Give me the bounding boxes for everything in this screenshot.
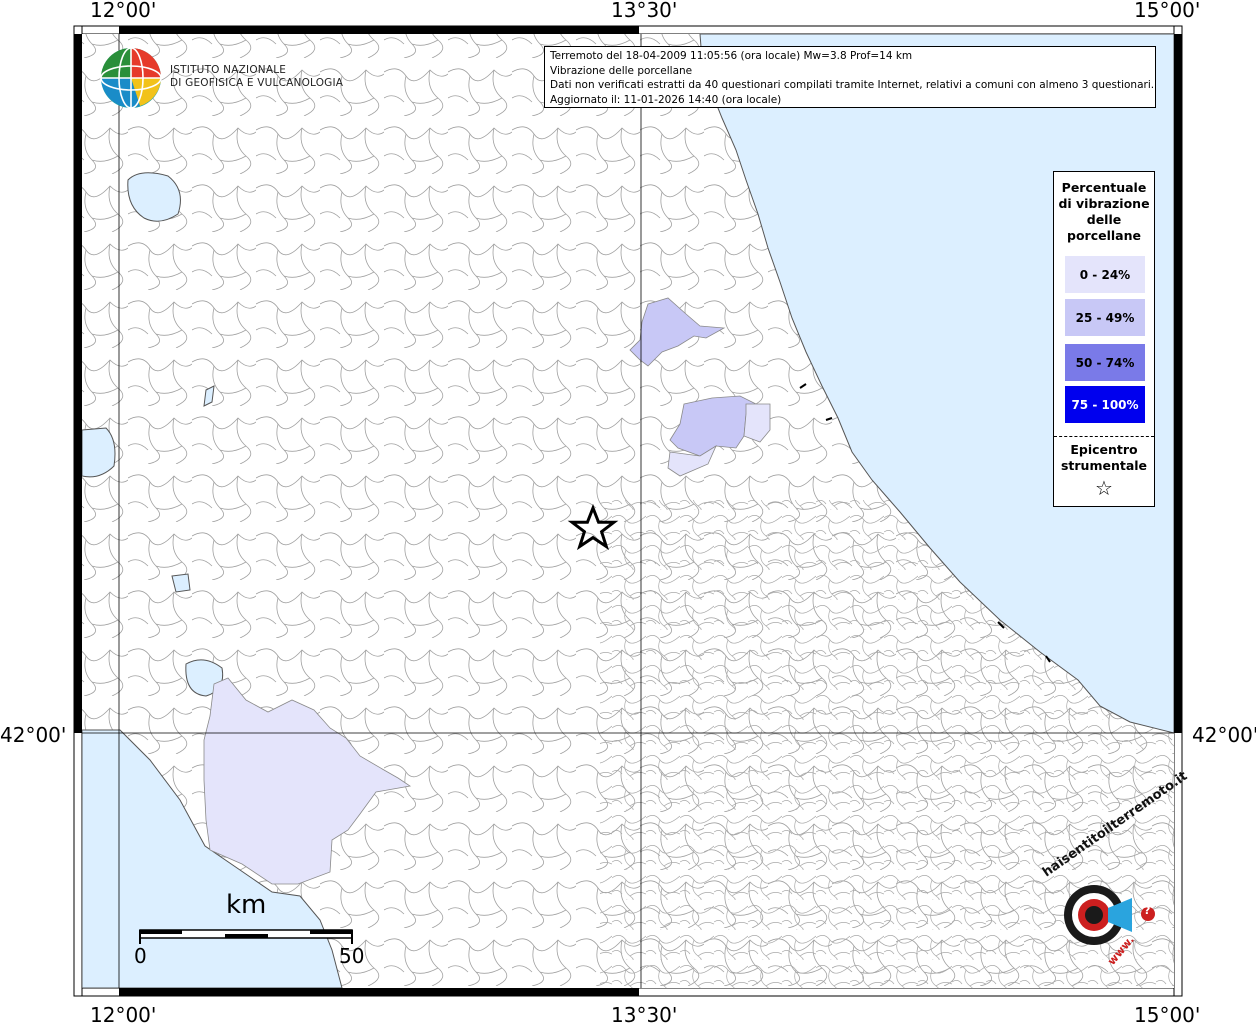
legend-epicenter-label: Epicentro strumentale — [1054, 442, 1154, 474]
lake-bolsena — [82, 427, 116, 478]
scale-unit: km — [226, 890, 267, 920]
scale-start: 0 — [134, 944, 147, 968]
ingv-line2: DI GEOFISICA E VULCANOLOGIA — [170, 77, 344, 89]
legend-title-line2: di vibrazione — [1058, 196, 1150, 211]
map-canvas — [73, 25, 1183, 997]
lon-label-bottom-right: 15°00' — [1134, 1003, 1201, 1027]
legend-title-line4: porcellane — [1067, 228, 1141, 243]
lat-label-left: 42°00' — [0, 723, 67, 747]
legend-title: Percentuale di vibrazione delle porcella… — [1054, 180, 1154, 244]
legend: Percentuale di vibrazione delle porcella… — [1053, 171, 1155, 507]
lat-label-right: 42°00' — [1192, 723, 1256, 747]
legend-title-line3: delle — [1086, 212, 1122, 227]
event-info-box: Terremoto del 18-04-2009 11:05:56 (ora l… — [544, 46, 1156, 108]
event-title: Terremoto del 18-04-2009 11:05:56 (ora l… — [550, 50, 913, 62]
event-parameter: Vibrazione delle porcellane — [550, 64, 693, 77]
haisentito-question: ? — [1144, 904, 1151, 917]
event-updated: Aggiornato il: 11-01-2026 14:40 (ora loc… — [550, 93, 782, 106]
legend-item-25-49: 25 - 49% — [1065, 299, 1145, 336]
lon-label-top-right: 15°00' — [1134, 0, 1201, 22]
lon-label-top-left: 12°00' — [90, 0, 157, 22]
event-data-note: Dati non verificati estratti da 40 quest… — [550, 79, 1155, 91]
lon-label-top-mid: 13°30' — [611, 0, 678, 22]
legend-item-0-24: 0 - 24% — [1065, 256, 1145, 293]
lon-label-bottom-left: 12°00' — [90, 1003, 157, 1027]
ingv-logo-text: ISTITUTO NAZIONALE DI GEOFISICA E VULCAN… — [170, 64, 343, 90]
legend-star-icon: ☆ — [1095, 476, 1113, 500]
legend-title-line1: Percentuale — [1061, 180, 1147, 195]
scale-end: 50 — [339, 944, 365, 968]
legend-item-50-74: 50 - 74% — [1065, 344, 1145, 381]
legend-epicenter-line1: Epicentro — [1070, 442, 1138, 457]
ingv-line1: ISTITUTO NAZIONALE — [170, 64, 287, 76]
lon-label-bottom-mid: 13°30' — [611, 1003, 678, 1027]
legend-epicenter-line2: strumentale — [1060, 458, 1148, 473]
ingv-logo-icon — [100, 47, 162, 109]
legend-divider — [1054, 436, 1154, 437]
legend-item-75-100: 75 - 100% — [1065, 386, 1145, 423]
